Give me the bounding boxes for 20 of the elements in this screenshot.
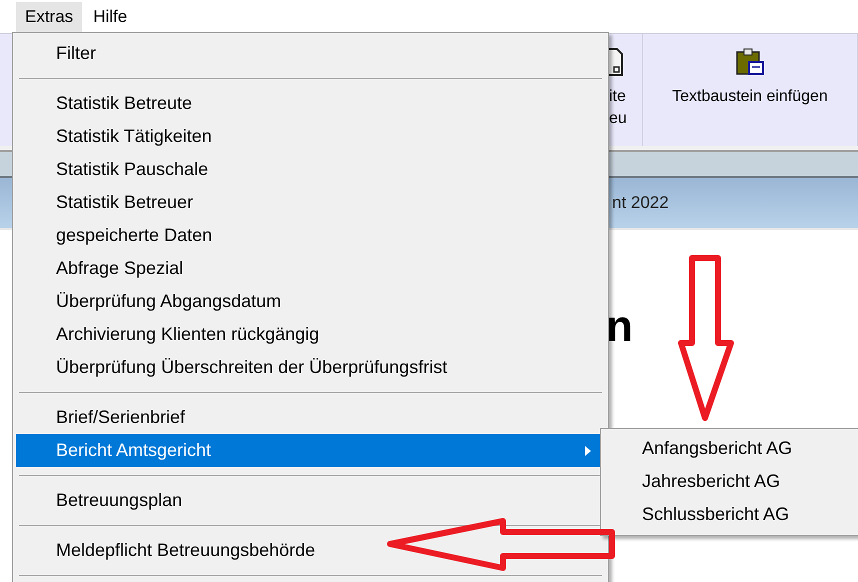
menu-item[interactable]: Archivierung Klienten rückgängig	[16, 318, 605, 351]
header-title: nt 2022	[612, 192, 669, 214]
submenu-arrow-icon	[585, 446, 591, 456]
menu-item[interactable]: Überprüfung Überschreiten der Überprüfungsfrist	[16, 351, 605, 384]
menu-bar-item[interactable]: Hilfe	[84, 2, 136, 32]
menu-item[interactable]: gespeicherte Daten	[16, 219, 605, 252]
toolbar-label: Textbaustein einfügen	[672, 87, 828, 107]
toolbar-label: ite	[608, 87, 627, 107]
menu-item[interactable]: Brief/Serienbrief	[16, 401, 605, 434]
menu-item[interactable]: Abfrage Spezial	[16, 252, 605, 285]
submenu-item[interactable]: Schlussbericht AG	[601, 498, 858, 531]
heading: n	[606, 302, 633, 351]
submenu-item[interactable]: Jahresbericht AG	[601, 465, 858, 498]
menu-bar-item[interactable]: Extras	[16, 2, 82, 32]
clipboard-icon	[736, 48, 764, 76]
menu-item[interactable]: Statistik Betreuer	[16, 186, 605, 219]
menu-item[interactable]: Meldepflicht Betreuungsbehörde	[16, 534, 605, 567]
menu-item[interactable]: Überprüfung Abgangsdatum	[16, 285, 605, 318]
menu-item[interactable]: Statistik Pauschale	[16, 153, 605, 186]
toolbar-label: eu	[608, 109, 627, 129]
